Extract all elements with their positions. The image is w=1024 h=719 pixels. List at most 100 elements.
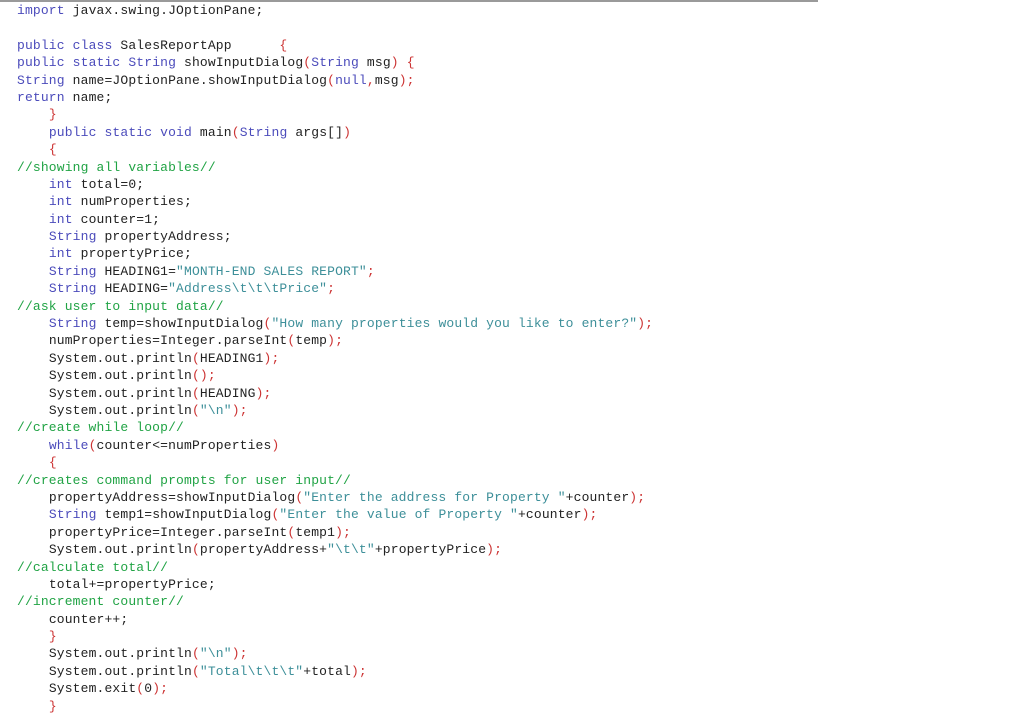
code-token-kw: String [48,229,97,245]
code-token-punc: ( [191,646,200,662]
code-token-plain: propertyAddress=showInputDialog [48,489,296,505]
code-line: System.out.println(); [0,367,1024,384]
code-line: //ask user to input data// [0,298,1024,315]
code-token-plain: total=0; [72,176,145,192]
code-token-punc: ) [390,55,399,71]
code-line: System.out.println("Total\t\t\t"+total); [0,663,1024,680]
code-token-kw: int [48,176,73,192]
code-token-plain: +counter [565,489,630,505]
code-token-punc: ; [366,263,375,279]
code-token-plain: args[] [287,124,344,140]
code-token-cmt: //increment counter// [17,594,184,610]
code-token-punc: ; [327,281,336,297]
code-token-punc: ( [191,402,200,418]
code-token-punc: ); [255,385,272,401]
code-line: } [0,106,1024,123]
code-line: String HEADING1="MONTH-END SALES REPORT"… [0,263,1024,280]
code-token-plain: +propertyPrice [374,542,487,558]
code-line: total+=propertyPrice; [0,576,1024,593]
code-token-punc: ); [152,681,169,697]
code-token-punc: ); [398,72,415,88]
code-token-plain: System.out.println [48,350,192,366]
code-token-punc: ( [327,72,336,88]
code-token-str: "Address\t\t\tPrice" [168,281,328,297]
code-token-kw: String [48,281,97,297]
code-token-cmt: //ask user to input data// [17,298,224,314]
code-token-plain: javax.swing.JOptionPane; [64,3,264,18]
code-token-plain: System.exit [48,681,137,697]
code-token-punc: ); [327,333,344,349]
code-line: String name=JOptionPane.showInputDialog(… [0,72,1024,89]
code-token-kw: int [48,194,73,210]
code-token-str: "Total\t\t\t" [199,663,304,679]
code-token-plain: counter=1; [72,211,161,227]
code-token-punc: ) [271,437,280,453]
code-token-punc: ( [191,385,200,401]
code-token-plain: temp1 [295,524,336,540]
code-token-cmt: //create while loop// [17,420,184,436]
code-token-kw: String [48,316,97,332]
code-token-str: "\t\t" [327,542,375,558]
code-token-kw: String [311,55,359,71]
code-token-plain: msg [374,72,399,88]
code-token-kw: String [17,72,65,88]
code-token-plain: System.out.println [48,402,192,418]
code-token-plain: numProperties=Integer.parseInt [48,333,288,349]
code-token-cmt: //calculate total// [17,559,169,575]
code-line: //create while loop// [0,419,1024,436]
code-line: { [0,141,1024,158]
code-token-kw: int [48,211,73,227]
code-token-punc: { [279,37,288,53]
code-line: import javax.swing.JOptionPane; [0,2,1024,19]
code-token-str: "Enter the value of Property " [279,507,518,523]
code-token-plain: 0 [144,681,153,697]
code-token-plain: msg [358,55,391,71]
code-line: System.out.println(HEADING); [0,385,1024,402]
code-token-punc: , [366,72,375,88]
code-token-kw: import [17,3,65,18]
code-token-plain: HEADING1= [96,263,177,279]
code-token-punc: ); [350,663,367,679]
code-token-plain: HEADING1 [199,350,264,366]
code-token-plain: counter++; [48,611,129,627]
code-line: //showing all variables// [0,159,1024,176]
code-token-plain: main [191,124,232,140]
code-token-punc: ( [88,437,97,453]
code-line: String HEADING="Address\t\t\tPrice"; [0,280,1024,297]
code-line: counter++; [0,611,1024,628]
code-token-kw: String [239,124,288,140]
code-token-kw: String [48,263,97,279]
code-token-plain: propertyAddress; [96,229,232,245]
code-token-plain: temp=showInputDialog [96,316,264,332]
code-token-plain: propertyAddress+ [199,542,328,558]
code-token-punc: ( [191,663,200,679]
code-token-punc: ); [637,316,654,332]
code-token-kw: int [48,246,73,262]
code-token-str: "Enter the address for Property " [303,489,566,505]
code-token-plain: temp1=showInputDialog [96,507,272,523]
code-line: while(counter<=numProperties) [0,437,1024,454]
code-token-plain: name; [64,89,113,105]
code-token-kw: while [48,437,89,453]
code-line: //calculate total// [0,559,1024,576]
code-line: System.out.println(propertyAddress+"\t\t… [0,541,1024,558]
code-token-plain: HEADING [199,385,256,401]
code-token-kw: null [335,72,367,88]
code-token-punc: ) [343,124,352,140]
code-line: int counter=1; [0,211,1024,228]
code-token-punc: } [48,107,57,123]
code-token-kw: public [48,124,97,140]
code-line: String temp1=showInputDialog("Enter the … [0,506,1024,523]
code-listing: import javax.swing.JOptionPane; public c… [0,2,1024,715]
code-token-kw: void [160,124,192,140]
code-token-plain: System.out.println [48,385,192,401]
code-line: String propertyAddress; [0,228,1024,245]
code-token-str: "\n" [199,646,232,662]
code-token-plain: +total [303,663,351,679]
code-token-plain: propertyPrice=Integer.parseInt [48,524,288,540]
code-token-plain: System.out.println [48,646,192,662]
code-token-str: "\n" [199,402,232,418]
code-token-punc: ( [191,350,200,366]
code-token-plain: propertyPrice; [72,246,192,262]
